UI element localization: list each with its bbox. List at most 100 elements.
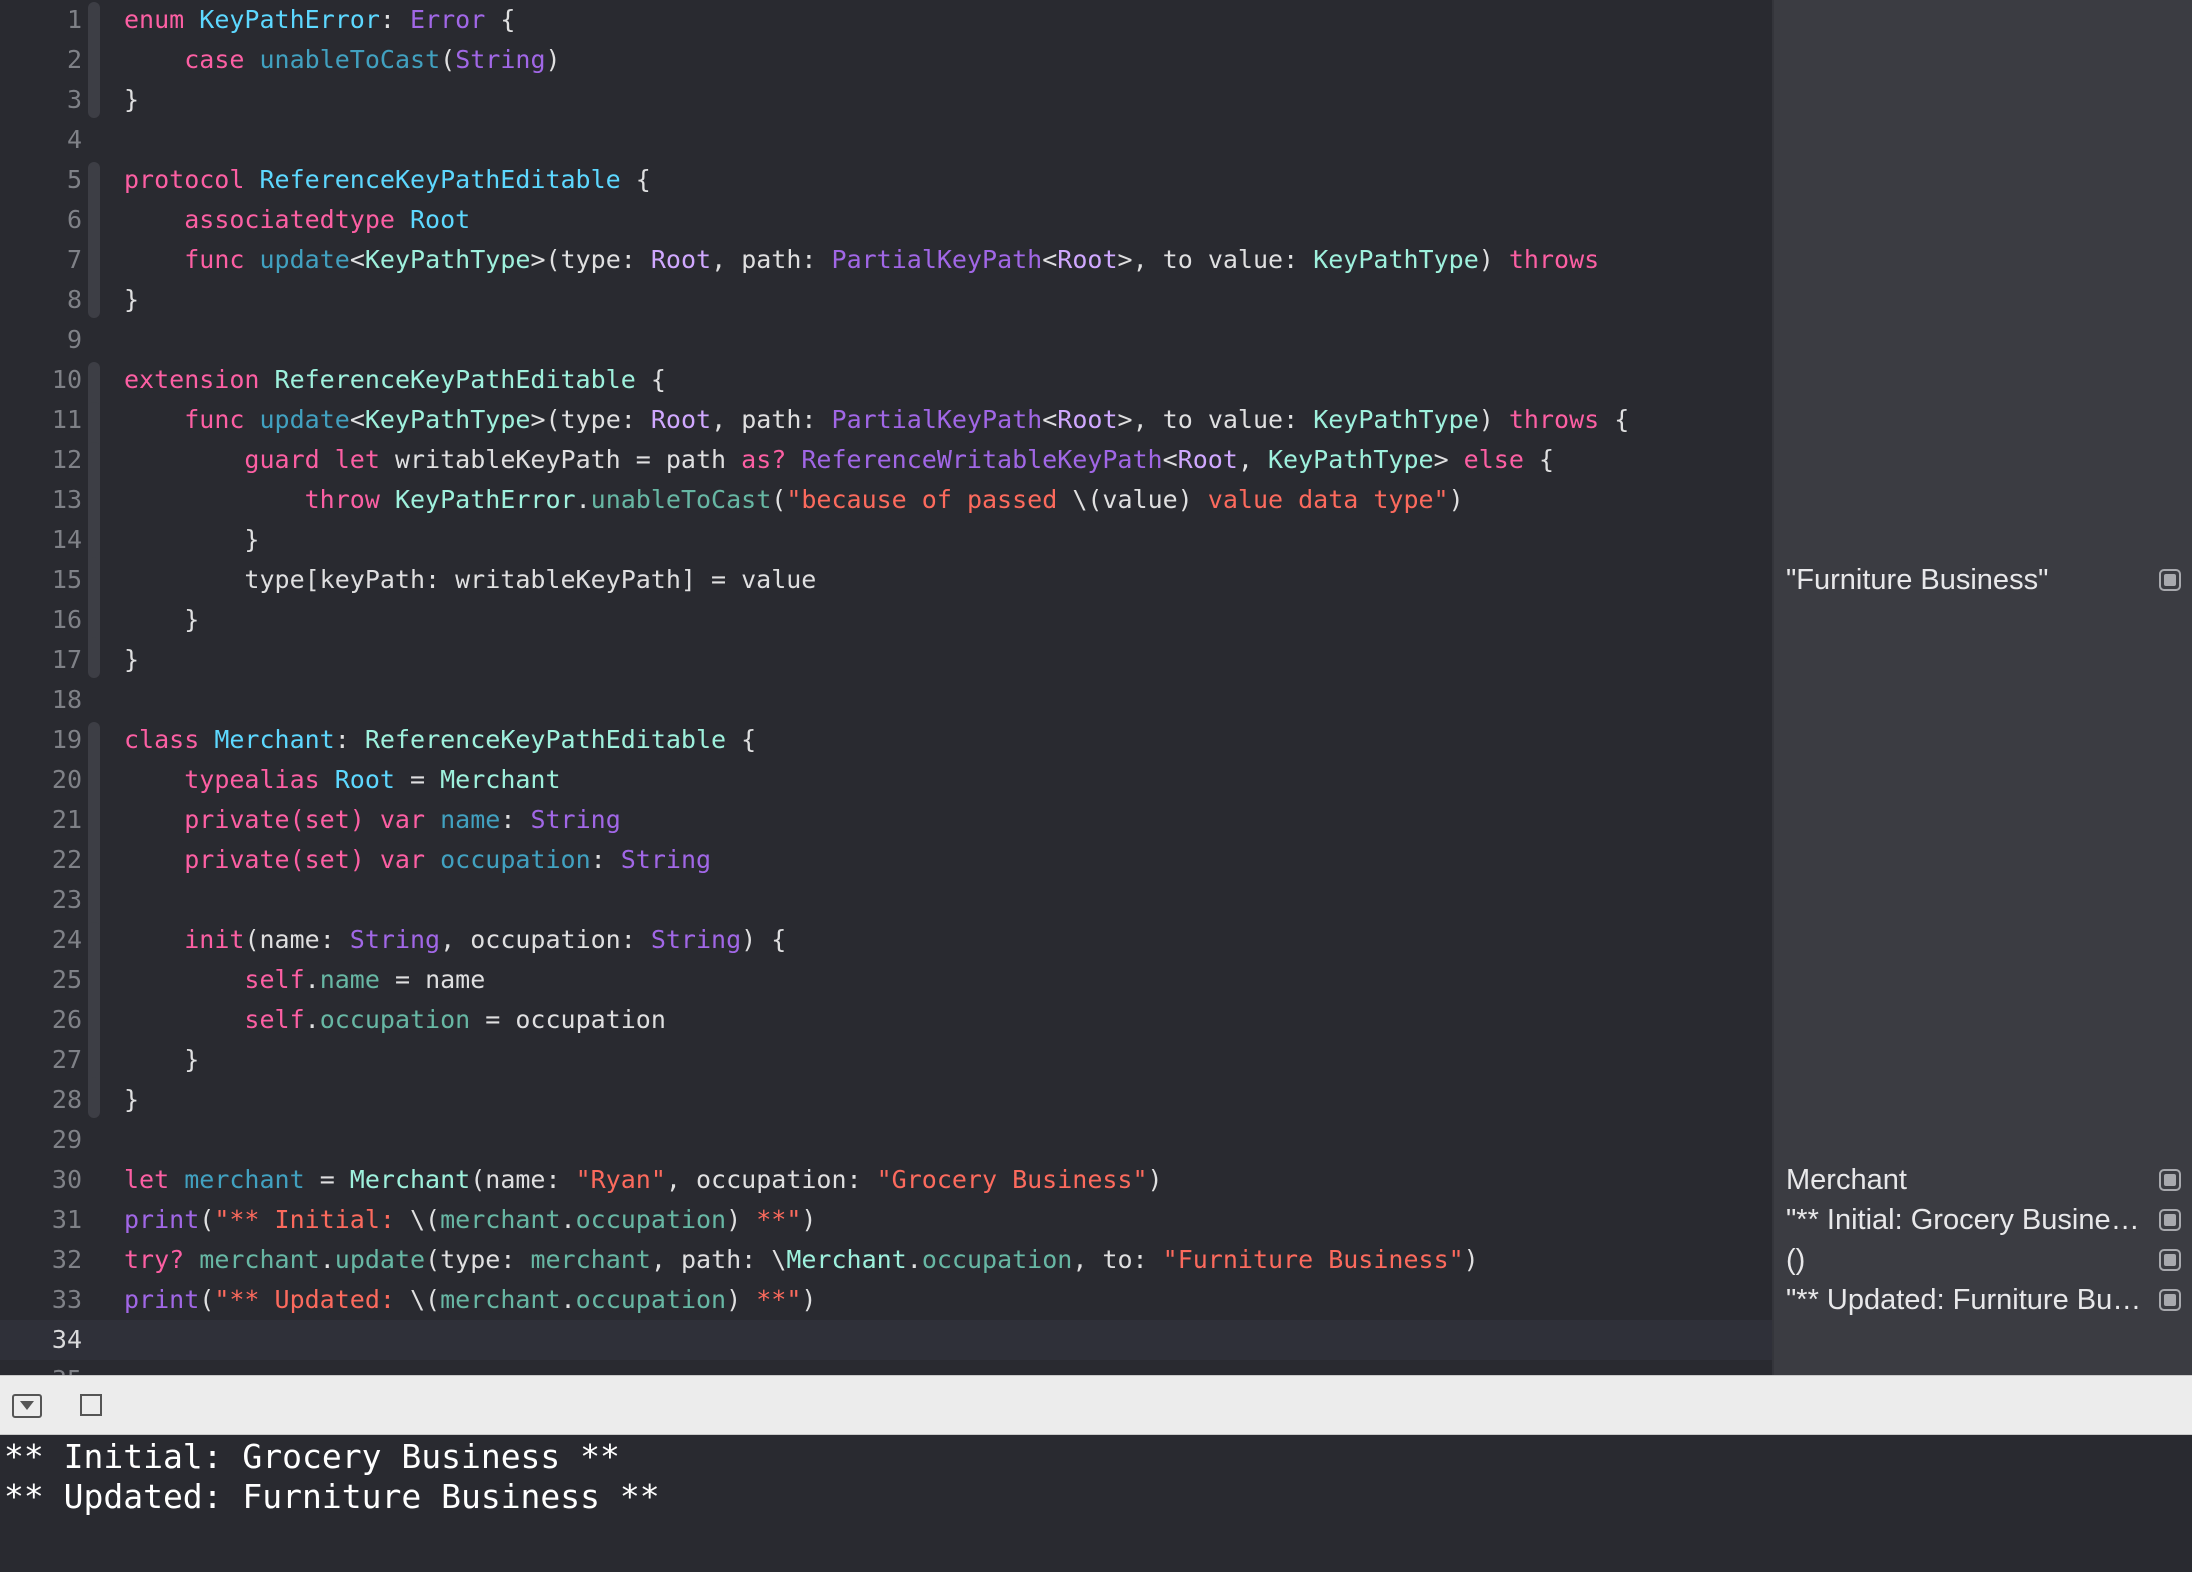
code-token: merchant xyxy=(199,1245,320,1274)
code-line[interactable]: func update<KeyPathType>(type: Root, pat… xyxy=(124,400,1629,440)
code-token: ReferenceKeyPathEditable xyxy=(259,165,621,194)
line-number: 16 xyxy=(51,605,82,634)
quick-look-icon[interactable] xyxy=(2159,569,2181,591)
code-token: \(value) xyxy=(1072,485,1193,514)
code-token: ( xyxy=(199,1205,215,1234)
code-token: < xyxy=(349,245,365,274)
code-line[interactable]: guard let writableKeyPath = path as? Ref… xyxy=(124,440,1554,480)
code-token: ) xyxy=(801,1205,817,1234)
line-number: 1 xyxy=(66,5,82,34)
code-line[interactable]: print("** Initial: \(merchant.occupation… xyxy=(124,1200,816,1240)
code-token: "because of passed xyxy=(786,485,1073,514)
code-line[interactable]: } xyxy=(124,640,139,680)
code-token: ReferenceKeyPathEditable xyxy=(364,725,727,754)
code-token: throw xyxy=(304,485,380,514)
result-value: "Furniture Business" xyxy=(1786,564,2049,596)
code-token: merchant xyxy=(440,1205,561,1234)
code-token: = xyxy=(304,1165,350,1194)
code-line[interactable]: } xyxy=(124,520,259,560)
quick-look-icon[interactable] xyxy=(2159,1249,2181,1271)
code-editor[interactable]: 1 2 3 4 5 6 7 8 9 10 11 12 13 14 15 16 17 18 19 20 21 22 23 24 2… xyxy=(0,0,1772,1375)
fold-marker[interactable] xyxy=(88,2,100,118)
code-token: KeyPathType xyxy=(364,245,531,274)
code-line[interactable]: type[keyPath: writableKeyPath] = value xyxy=(124,560,816,600)
code-token: ReferenceWritableKeyPath xyxy=(801,445,1163,474)
code-token: String xyxy=(620,845,712,874)
code-line[interactable]: init(name: String, occupation: String) { xyxy=(124,920,786,960)
code-token: >, to value: xyxy=(1117,405,1314,434)
code-line[interactable]: } xyxy=(124,80,139,120)
code-token: KeyPathType xyxy=(364,405,531,434)
code-line[interactable]: self.name = name xyxy=(124,960,485,1000)
code-token: unableToCast xyxy=(259,45,441,74)
code-token: , xyxy=(1237,445,1268,474)
line-number: 29 xyxy=(51,1125,82,1154)
code-line[interactable]: } xyxy=(124,1040,199,1080)
code-line[interactable]: case unableToCast(String) xyxy=(124,40,560,80)
hide-debug-area-button[interactable] xyxy=(12,1394,42,1418)
code-token: { xyxy=(635,365,666,394)
code-line[interactable]: func update<KeyPathType>(type: Root, pat… xyxy=(124,240,1599,280)
quick-look-icon[interactable] xyxy=(2159,1169,2181,1191)
code-token: "Grocery Business" xyxy=(876,1165,1148,1194)
code-token: try? xyxy=(124,1245,185,1274)
code-token: KeyPathType xyxy=(1313,405,1479,434)
code-line[interactable]: class Merchant: ReferenceKeyPathEditable… xyxy=(124,720,756,760)
result-value: "** Updated: Furniture Business **\n" xyxy=(1786,1284,2146,1316)
code-token: name xyxy=(319,965,380,994)
code-token: : xyxy=(590,845,621,874)
fold-marker[interactable] xyxy=(88,442,100,558)
line-number: 22 xyxy=(51,845,82,874)
code-line[interactable]: } xyxy=(124,600,199,640)
quick-look-icon[interactable] xyxy=(2159,1209,2181,1231)
line-number-gutter: 1 2 3 4 5 6 7 8 9 10 11 12 13 14 15 16 17 18 19 20 21 22 23 24 2… xyxy=(0,0,82,1375)
code-token: print xyxy=(124,1205,200,1234)
line-number: 28 xyxy=(51,1085,82,1114)
code-line[interactable]: } xyxy=(124,1080,139,1120)
console-line: ** Initial: Grocery Business ** xyxy=(4,1437,620,1476)
code-token: "Furniture Business" xyxy=(1162,1245,1464,1274)
line-number: 4 xyxy=(66,125,82,154)
quick-look-icon[interactable] xyxy=(2159,1289,2181,1311)
code-line[interactable]: private(set) var occupation: String xyxy=(124,840,711,880)
code-line[interactable]: enum KeyPathError: Error { xyxy=(124,0,515,40)
code-token: , occupation: xyxy=(665,1165,877,1194)
code-token: occupation xyxy=(440,845,591,874)
code-token: typealias xyxy=(184,765,320,794)
code-line[interactable]: extension ReferenceKeyPathEditable { xyxy=(124,360,666,400)
code-line[interactable]: private(set) var name: String xyxy=(124,800,621,840)
code-line[interactable]: throw KeyPathError.unableToCast("because… xyxy=(124,480,1464,520)
code-line[interactable]: print("** Updated: \(merchant.occupation… xyxy=(124,1280,816,1320)
code-line[interactable]: self.occupation = occupation xyxy=(124,1000,665,1040)
console-output[interactable]: ** Initial: Grocery Business ** ** Update… xyxy=(0,1435,2192,1572)
code-token: print xyxy=(124,1285,200,1314)
code-line[interactable]: let merchant = Merchant(name: "Ryan", oc… xyxy=(124,1160,1163,1200)
code-line[interactable]: associatedtype Root xyxy=(124,200,470,240)
code-token: Error xyxy=(410,5,486,34)
code-line[interactable]: typealias Root = Merchant xyxy=(124,760,560,800)
code-line[interactable]: protocol ReferenceKeyPathEditable { xyxy=(124,160,651,200)
code-token: Root xyxy=(410,205,471,234)
line-number: 31 xyxy=(51,1205,82,1234)
fold-marker[interactable] xyxy=(88,162,100,318)
debug-area-toolbar xyxy=(0,1375,2192,1435)
code-line[interactable]: try? merchant.update(type: merchant, pat… xyxy=(124,1240,1479,1280)
line-number: 33 xyxy=(51,1285,82,1314)
code-token: as? xyxy=(741,445,787,474)
code-token: "** Initial: xyxy=(214,1205,410,1234)
code-line[interactable]: } xyxy=(124,280,139,320)
code-token: update xyxy=(259,245,350,274)
fold-marker[interactable] xyxy=(88,922,100,1078)
line-number: 35 xyxy=(0,1360,82,1375)
code-token: . xyxy=(575,485,591,514)
code-token: ) { xyxy=(741,925,787,954)
line-number: 6 xyxy=(66,205,82,234)
result-value: () xyxy=(1786,1244,1806,1276)
console-toggle-button[interactable] xyxy=(80,1394,102,1416)
